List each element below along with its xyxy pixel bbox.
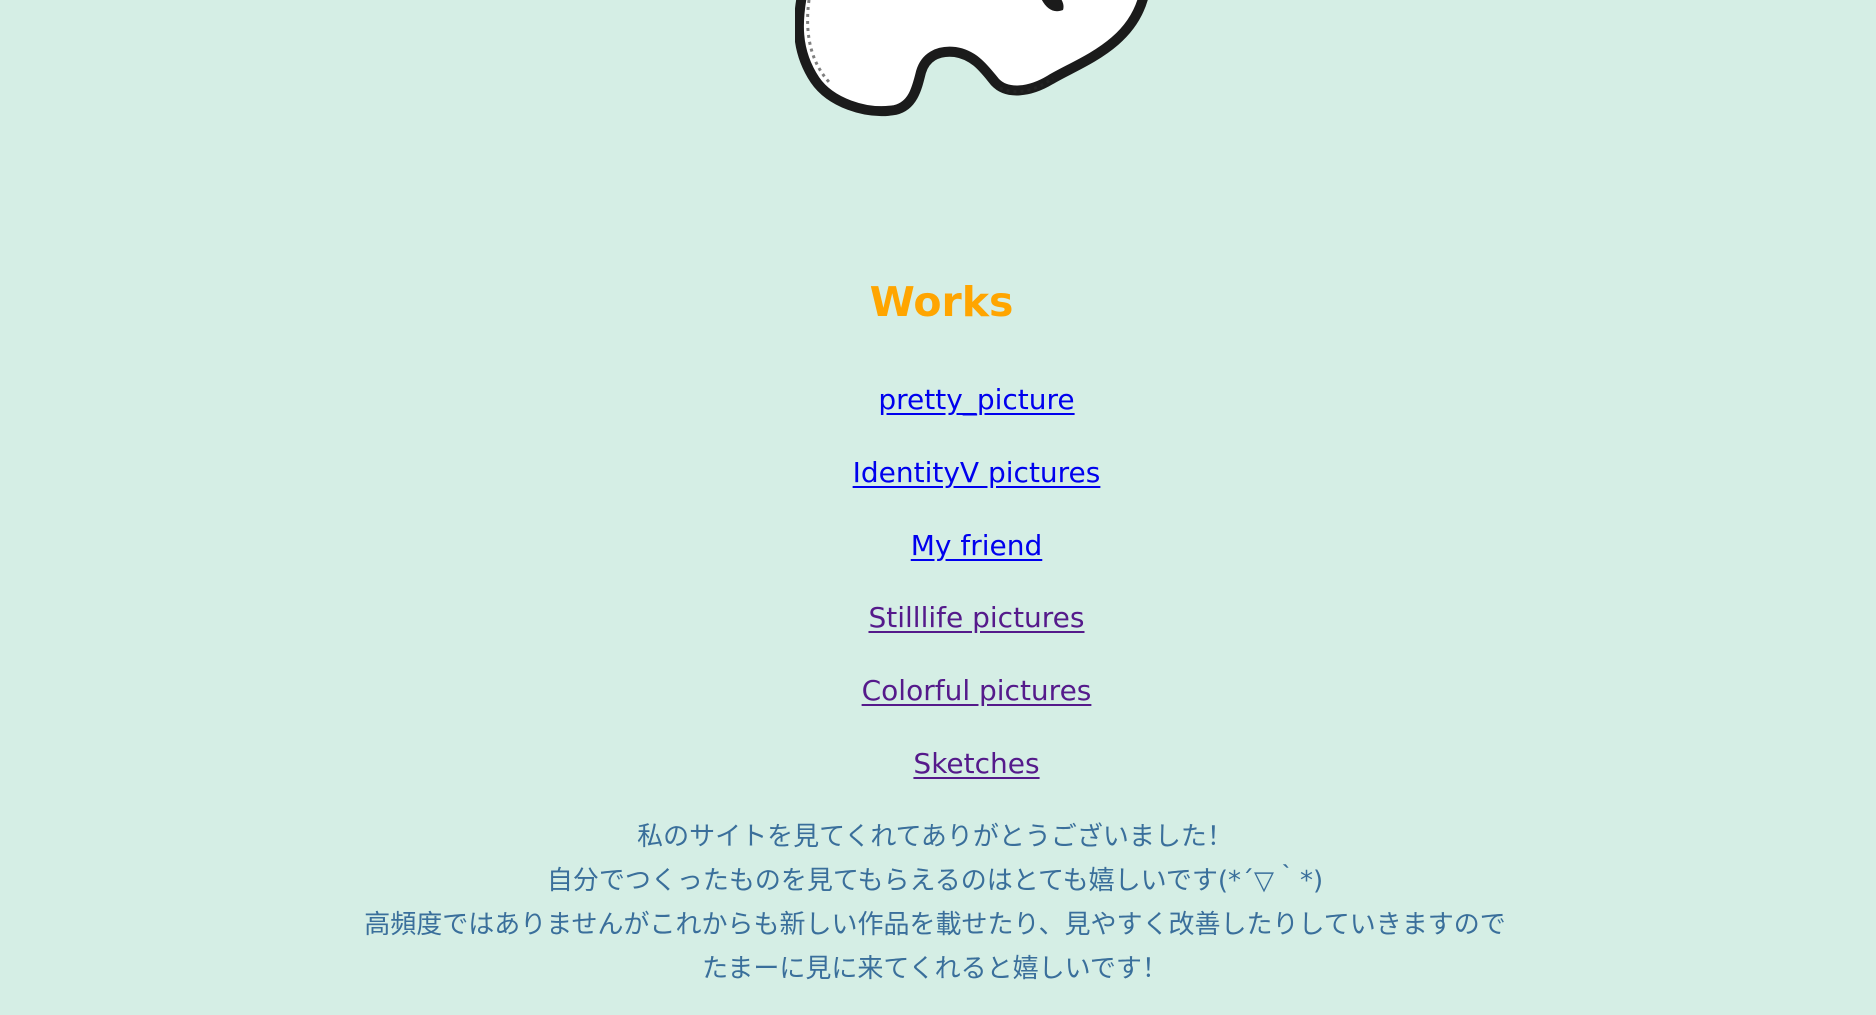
works-link-list: pretty_picture IdentityV pictures My fri…	[0, 380, 1876, 817]
list-item: Colorful pictures	[0, 671, 1876, 744]
thank-you-message: 私のサイトを見てくれてありがとうございました！ 自分でつくったものを見てもらえる…	[0, 815, 1870, 991]
list-item: Sketches	[0, 744, 1876, 817]
works-heading: Works	[869, 278, 1014, 326]
my-friend-link[interactable]: My friend	[911, 529, 1043, 562]
identityv-pictures-link[interactable]: IdentityV pictures	[853, 456, 1101, 489]
sketches-link[interactable]: Sketches	[913, 747, 1039, 780]
message-line: 自分でつくったものを見てもらえるのはとても嬉しいです(*´▽｀*)	[546, 866, 1324, 896]
stilllife-pictures-link[interactable]: Stilllife pictures	[868, 601, 1084, 634]
list-item: IdentityV pictures	[0, 453, 1876, 526]
message-line: 私のサイトを見てくれてありがとうございました！	[637, 822, 1233, 852]
pretty-picture-link[interactable]: pretty_picture	[878, 383, 1074, 416]
list-item: My friend	[0, 526, 1876, 599]
list-item: Stilllife pictures	[0, 598, 1876, 671]
colorful-pictures-link[interactable]: Colorful pictures	[862, 674, 1092, 707]
list-item: pretty_picture	[0, 380, 1876, 453]
doodle-character-icon	[795, 0, 1148, 116]
message-line: 高頻度ではありませんがこれからも新しい作品を載せたり、見やすく改善したりしていき…	[364, 910, 1506, 940]
message-line: たまーに見に来てくれると嬉しいです！	[702, 954, 1168, 984]
